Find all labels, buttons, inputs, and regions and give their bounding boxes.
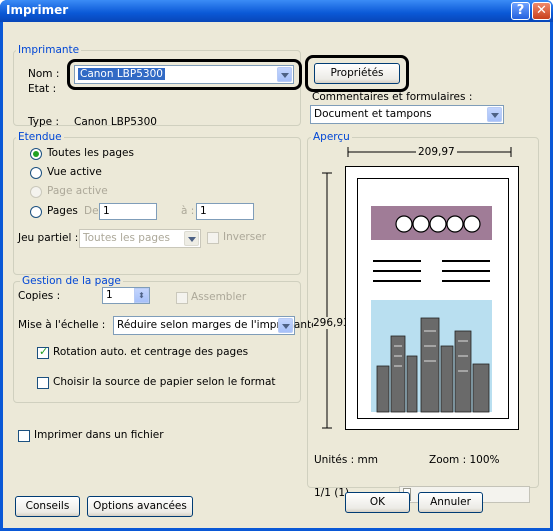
subset-value: Toutes les pages — [83, 232, 170, 244]
subset-select[interactable]: Toutes les pages — [79, 229, 201, 248]
chevron-down-icon[interactable] — [278, 318, 293, 333]
from-page-input[interactable]: 1 — [99, 203, 157, 220]
page-handling-legend: Gestion de la page — [20, 275, 123, 287]
scaling-label: Mise à l'échelle : — [18, 319, 106, 331]
comments-select[interactable]: Document et tampons — [310, 105, 504, 124]
pages-radio[interactable] — [30, 206, 42, 218]
preview-page-content — [371, 206, 492, 413]
current-page-radio[interactable] — [30, 186, 42, 198]
pages-label[interactable]: Pages — [47, 205, 78, 217]
window-title: Imprimer — [6, 3, 69, 17]
chevron-down-icon[interactable] — [184, 231, 199, 246]
close-button[interactable]: ✕ — [532, 2, 551, 20]
printer-name-label: Nom : — [28, 68, 60, 80]
chevron-down-icon[interactable] — [487, 107, 502, 122]
tips-button-label: Conseils — [25, 500, 70, 512]
current-view-radio[interactable] — [30, 167, 42, 179]
paper-source-label[interactable]: Choisir la source de papier selon le for… — [53, 376, 276, 388]
all-pages-label[interactable]: Toutes les pages — [47, 147, 134, 159]
print-to-file-checkbox[interactable] — [18, 430, 30, 442]
ok-button-label: OK — [369, 496, 386, 508]
printer-group-legend: Imprimante — [16, 44, 82, 56]
paper-source-checkbox[interactable] — [37, 377, 49, 389]
advanced-options-button[interactable]: Options avancées — [87, 496, 193, 517]
auto-rotate-label[interactable]: Rotation auto. et centrage des pages — [53, 346, 248, 358]
printer-type-value: Canon LBP5300 — [74, 116, 157, 128]
comments-value: Document et tampons — [314, 108, 432, 120]
copies-spinner-icon[interactable]: ⬍ — [134, 288, 149, 303]
range-group-legend: Etendue — [16, 131, 64, 143]
all-pages-radio[interactable] — [30, 148, 42, 160]
current-view-label[interactable]: Vue active — [47, 166, 102, 178]
print-dialog-window: Imprimer ? ✕ Imprimante Nom : Canon LBP5… — [0, 0, 553, 531]
print-to-file-label[interactable]: Imprimer dans un fichier — [34, 429, 164, 441]
title-bar[interactable]: Imprimer ? ✕ — [0, 0, 553, 22]
copies-value: 1 — [106, 289, 113, 301]
scaling-select[interactable]: Réduire selon marges de l'imprimante — [113, 316, 318, 335]
copies-label: Copies : — [18, 290, 61, 302]
preview-width-label: 209,97 — [416, 146, 457, 158]
collate-label: Assembler — [191, 291, 247, 303]
subset-label: Jeu partiel : — [18, 232, 79, 244]
to-label: à : — [181, 205, 195, 217]
current-page-label: Page active — [47, 185, 108, 197]
ok-button[interactable]: OK — [345, 492, 410, 513]
comments-label: Commentaires et formulaires : — [312, 91, 473, 103]
zoom-label: Zoom : 100% — [429, 454, 500, 466]
units-label: Unités : mm — [314, 454, 378, 466]
collate-checkbox[interactable] — [176, 292, 188, 304]
to-page-input[interactable]: 1 — [196, 203, 254, 220]
cancel-button-label: Annuler — [430, 496, 471, 508]
properties-highlight — [305, 55, 409, 92]
tips-button[interactable]: Conseils — [15, 496, 80, 517]
help-button[interactable]: ? — [511, 2, 530, 20]
cancel-button[interactable]: Annuler — [418, 492, 483, 513]
printer-state-label: Etat : — [28, 83, 57, 95]
reverse-label: Inverser — [223, 231, 266, 243]
printer-type-label: Type : — [28, 116, 59, 128]
dialog-body: Imprimante Nom : Canon LBP5300 Etat : Ty… — [3, 22, 550, 528]
page-counter: 1/1 (1) — [314, 487, 350, 499]
auto-rotate-checkbox[interactable] — [37, 345, 49, 359]
printer-name-highlight — [67, 59, 302, 90]
reverse-checkbox[interactable] — [207, 232, 219, 244]
advanced-options-label: Options avancées — [93, 500, 187, 512]
